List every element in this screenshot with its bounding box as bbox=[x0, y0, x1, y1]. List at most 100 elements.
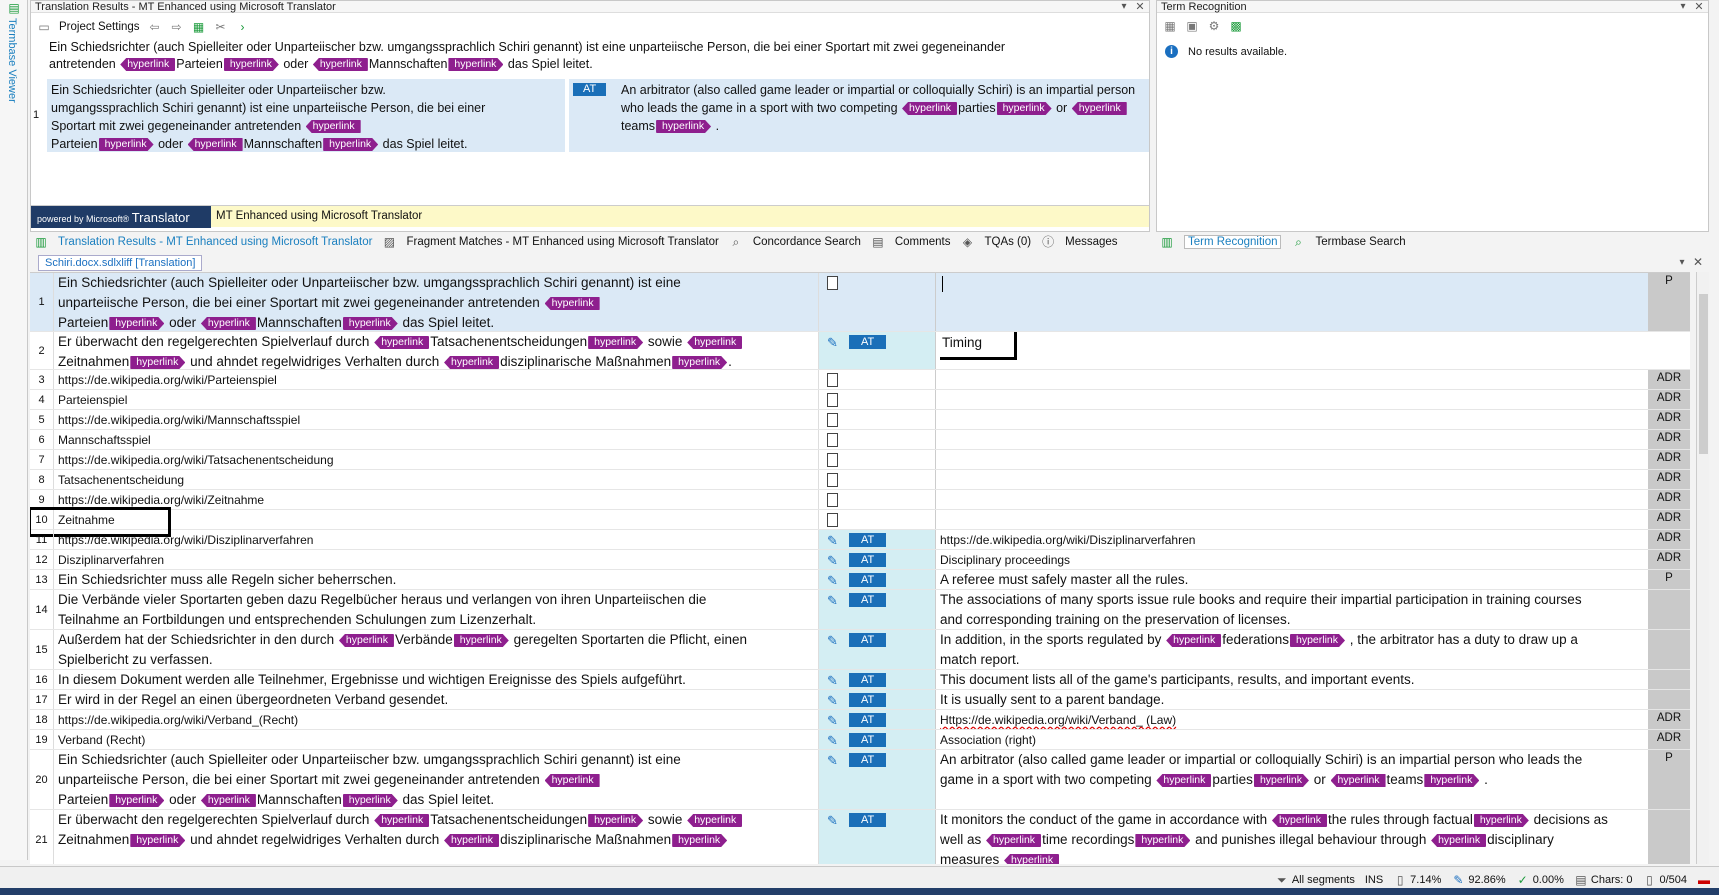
segment-source[interactable]: Tatsachenentscheidung bbox=[58, 470, 848, 489]
segment-target[interactable]: It monitors the conduct of the game in a… bbox=[940, 810, 1670, 864]
chevron-right-icon[interactable]: › bbox=[236, 20, 250, 34]
tab-fragment-matches[interactable]: Fragment Matches - MT Enhanced using Mic… bbox=[406, 236, 718, 248]
termbase-icon[interactable]: ▩ bbox=[1229, 19, 1243, 33]
segment-target[interactable]: An arbitrator (also called game leader o… bbox=[940, 750, 1670, 809]
segment-target[interactable] bbox=[940, 370, 1670, 389]
segment-row[interactable]: 3 https://de.wikipedia.org/wiki/Parteien… bbox=[30, 370, 1690, 390]
segment-source[interactable]: Er wird in der Regel an einen übergeordn… bbox=[58, 690, 848, 709]
close-icon[interactable]: ✕ bbox=[1691, 255, 1705, 269]
segment-source[interactable]: Zeitnahme bbox=[58, 510, 848, 529]
tab-termbase-search[interactable]: Termbase Search bbox=[1315, 236, 1405, 248]
segment-source[interactable]: Mannschaftsspiel bbox=[58, 430, 848, 449]
add-term-icon[interactable]: ▣ bbox=[1185, 19, 1199, 33]
segment-row[interactable]: 17 Er wird in der Regel an einen übergeo… bbox=[30, 690, 1690, 710]
segment-target[interactable]: This document lists all of the game's pa… bbox=[940, 670, 1670, 689]
arrow-right-icon[interactable]: ⇨ bbox=[170, 20, 184, 34]
segment-row[interactable]: 19 Verband (Recht) ✎ AT Association (righ… bbox=[30, 730, 1690, 750]
termbase-viewer-icon[interactable]: ▤ bbox=[7, 1, 21, 15]
segment-target[interactable] bbox=[940, 510, 1670, 529]
segment-row[interactable]: 8 Tatsachenentscheidung ADR bbox=[30, 470, 1690, 490]
segment-row[interactable]: 14 Die Verbände vieler Sportarten geben … bbox=[30, 590, 1690, 630]
segment-target[interactable]: A referee must safely master all the rul… bbox=[940, 570, 1670, 589]
segment-target[interactable]: It is usually sent to a parent bandage. bbox=[940, 690, 1670, 709]
segment-target[interactable]: The associations of many sports issue ru… bbox=[940, 590, 1670, 629]
segment-source[interactable]: Disziplinarverfahren bbox=[58, 550, 848, 569]
segment-row[interactable]: 7 https://de.wikipedia.org/wiki/Tatsache… bbox=[30, 450, 1690, 470]
segment-row[interactable]: 18 https://de.wikipedia.org/wiki/Verband… bbox=[30, 710, 1690, 730]
segment-target[interactable]: https://de.wikipedia.org/wiki/Disziplina… bbox=[940, 530, 1670, 549]
dropdown-icon[interactable]: ▾ bbox=[1675, 256, 1689, 270]
segment-row[interactable]: 16 In diesem Dokument werden alle Teilne… bbox=[30, 670, 1690, 690]
segment-source[interactable]: https://de.wikipedia.org/wiki/Zeitnahme bbox=[58, 490, 848, 509]
translation-result-row[interactable]: 1 Ein Schiedsrichter (auch Spielleiter o… bbox=[31, 79, 1149, 152]
segment-row[interactable]: 4 Parteienspiel ADR bbox=[30, 390, 1690, 410]
segment-source[interactable]: Ein Schiedsrichter (auch Spielleiter ode… bbox=[58, 750, 848, 809]
segment-target[interactable] bbox=[940, 490, 1670, 509]
tab-concordance-search[interactable]: Concordance Search bbox=[753, 236, 861, 248]
segment-row[interactable]: 1 Ein Schiedsrichter (auch Spielleiter o… bbox=[30, 273, 1690, 332]
filter-status[interactable]: ⏷ All segments bbox=[1275, 873, 1355, 887]
segment-row[interactable]: 2 Er überwacht den regelgerechten Spielv… bbox=[30, 332, 1690, 370]
segment-source[interactable]: In diesem Dokument werden alle Teilnehme… bbox=[58, 670, 848, 689]
apply-translation-icon[interactable]: ▦ bbox=[192, 20, 206, 34]
segment-source[interactable]: Ein Schiedsrichter muss alle Regeln sich… bbox=[58, 570, 848, 589]
tab-messages[interactable]: Messages bbox=[1065, 236, 1117, 248]
segment-target[interactable]: Disciplinary proceedings bbox=[940, 550, 1670, 569]
segment-row[interactable]: 5 https://de.wikipedia.org/wiki/Mannscha… bbox=[30, 410, 1690, 430]
segment-source[interactable]: Ein Schiedsrichter (auch Spielleiter ode… bbox=[58, 273, 848, 331]
segment-target[interactable]: Association (right) bbox=[940, 730, 1670, 749]
segment-target[interactable] bbox=[940, 390, 1670, 409]
segment-source[interactable]: https://de.wikipedia.org/wiki/Tatsachene… bbox=[58, 450, 848, 469]
settings-icon[interactable]: ⚙ bbox=[1207, 19, 1221, 33]
segment-row[interactable]: 21 Er überwacht den regelgerechten Spiel… bbox=[30, 810, 1690, 864]
segment-source[interactable]: Außerdem hat der Schiedsrichter in den d… bbox=[58, 630, 848, 669]
segment-row[interactable]: 20 Ein Schiedsrichter (auch Spielleiter … bbox=[30, 750, 1690, 810]
segment-target[interactable] bbox=[940, 430, 1670, 449]
project-settings-icon[interactable]: ▭ bbox=[37, 20, 51, 34]
tools-icon[interactable]: ✂ bbox=[214, 20, 228, 34]
segment-row[interactable]: 15 Außerdem hat der Schiedsrichter in de… bbox=[30, 630, 1690, 670]
target-text: game in a sport with two competing bbox=[940, 772, 1152, 787]
segment-source[interactable]: https://de.wikipedia.org/wiki/Mannschaft… bbox=[58, 410, 848, 429]
segment-target[interactable] bbox=[940, 273, 1670, 331]
pin-icon[interactable]: ▾ bbox=[1117, 0, 1131, 14]
segment-row[interactable]: 13 Ein Schiedsrichter muss alle Regeln s… bbox=[30, 570, 1690, 590]
segment-source[interactable]: Er überwacht den regelgerechten Spielver… bbox=[58, 332, 848, 369]
segment-target[interactable] bbox=[940, 410, 1670, 429]
segment-row[interactable]: 11 https://de.wikipedia.org/wiki/Diszipl… bbox=[30, 530, 1690, 550]
segment-target[interactable]: Timing bbox=[940, 332, 1670, 369]
segment-source[interactable]: Verband (Recht) bbox=[58, 730, 848, 749]
pencil-icon: ✎ bbox=[827, 673, 838, 688]
document-tab[interactable]: Schiri.docx.sdlxliff [Translation] bbox=[38, 255, 203, 271]
editor-scrollbar[interactable] bbox=[1696, 272, 1709, 864]
segment-source[interactable]: Er überwacht den regelgerechten Spielver… bbox=[58, 810, 848, 864]
scrollbar-thumb[interactable] bbox=[1699, 294, 1708, 454]
tab-translation-results[interactable]: Translation Results - MT Enhanced using … bbox=[58, 236, 372, 248]
segment-target[interactable] bbox=[940, 450, 1670, 469]
segment-row[interactable]: 6 Mannschaftsspiel ADR bbox=[30, 430, 1690, 450]
segment-source[interactable]: https://de.wikipedia.org/wiki/Disziplina… bbox=[58, 530, 848, 549]
segment-row[interactable]: 10 Zeitnahme ADR bbox=[30, 510, 1690, 530]
segment-source[interactable]: Parteienspiel bbox=[58, 390, 848, 409]
segment-target[interactable]: Https://de.wikipedia.org/wiki/Verband_ (… bbox=[940, 710, 1670, 729]
list-view-icon[interactable]: ▦ bbox=[1163, 19, 1177, 33]
segment-source[interactable]: https://de.wikipedia.org/wiki/Verband_(R… bbox=[58, 710, 848, 729]
close-icon[interactable]: ✕ bbox=[1133, 0, 1147, 14]
termbase-viewer-tab[interactable]: Termbase Viewer bbox=[6, 18, 18, 103]
close-icon[interactable]: ✕ bbox=[1692, 0, 1706, 14]
target-text: Timing bbox=[942, 335, 983, 350]
segment-source[interactable]: https://de.wikipedia.org/wiki/Parteiensp… bbox=[58, 370, 848, 389]
pin-icon[interactable]: ▾ bbox=[1676, 0, 1690, 14]
project-settings-button[interactable]: Project Settings bbox=[59, 21, 140, 33]
segment-target[interactable]: In addition, in the sports regulated by … bbox=[940, 630, 1670, 669]
insert-mode[interactable]: INS bbox=[1365, 874, 1383, 886]
segment-row[interactable]: 9 https://de.wikipedia.org/wiki/Zeitnahm… bbox=[30, 490, 1690, 510]
tab-comments[interactable]: Comments bbox=[895, 236, 951, 248]
tab-term-recognition[interactable]: Term Recognition bbox=[1184, 235, 1282, 249]
source-line: Er überwacht den regelgerechten Spielver… bbox=[58, 810, 848, 830]
segment-row[interactable]: 12 Disziplinarverfahren ✎ AT Disciplinary… bbox=[30, 550, 1690, 570]
arrow-left-icon[interactable]: ⇦ bbox=[148, 20, 162, 34]
tab-tqas[interactable]: TQAs (0) bbox=[984, 236, 1031, 248]
segment-source[interactable]: Die Verbände vieler Sportarten geben daz… bbox=[58, 590, 848, 629]
segment-target[interactable] bbox=[940, 470, 1670, 489]
